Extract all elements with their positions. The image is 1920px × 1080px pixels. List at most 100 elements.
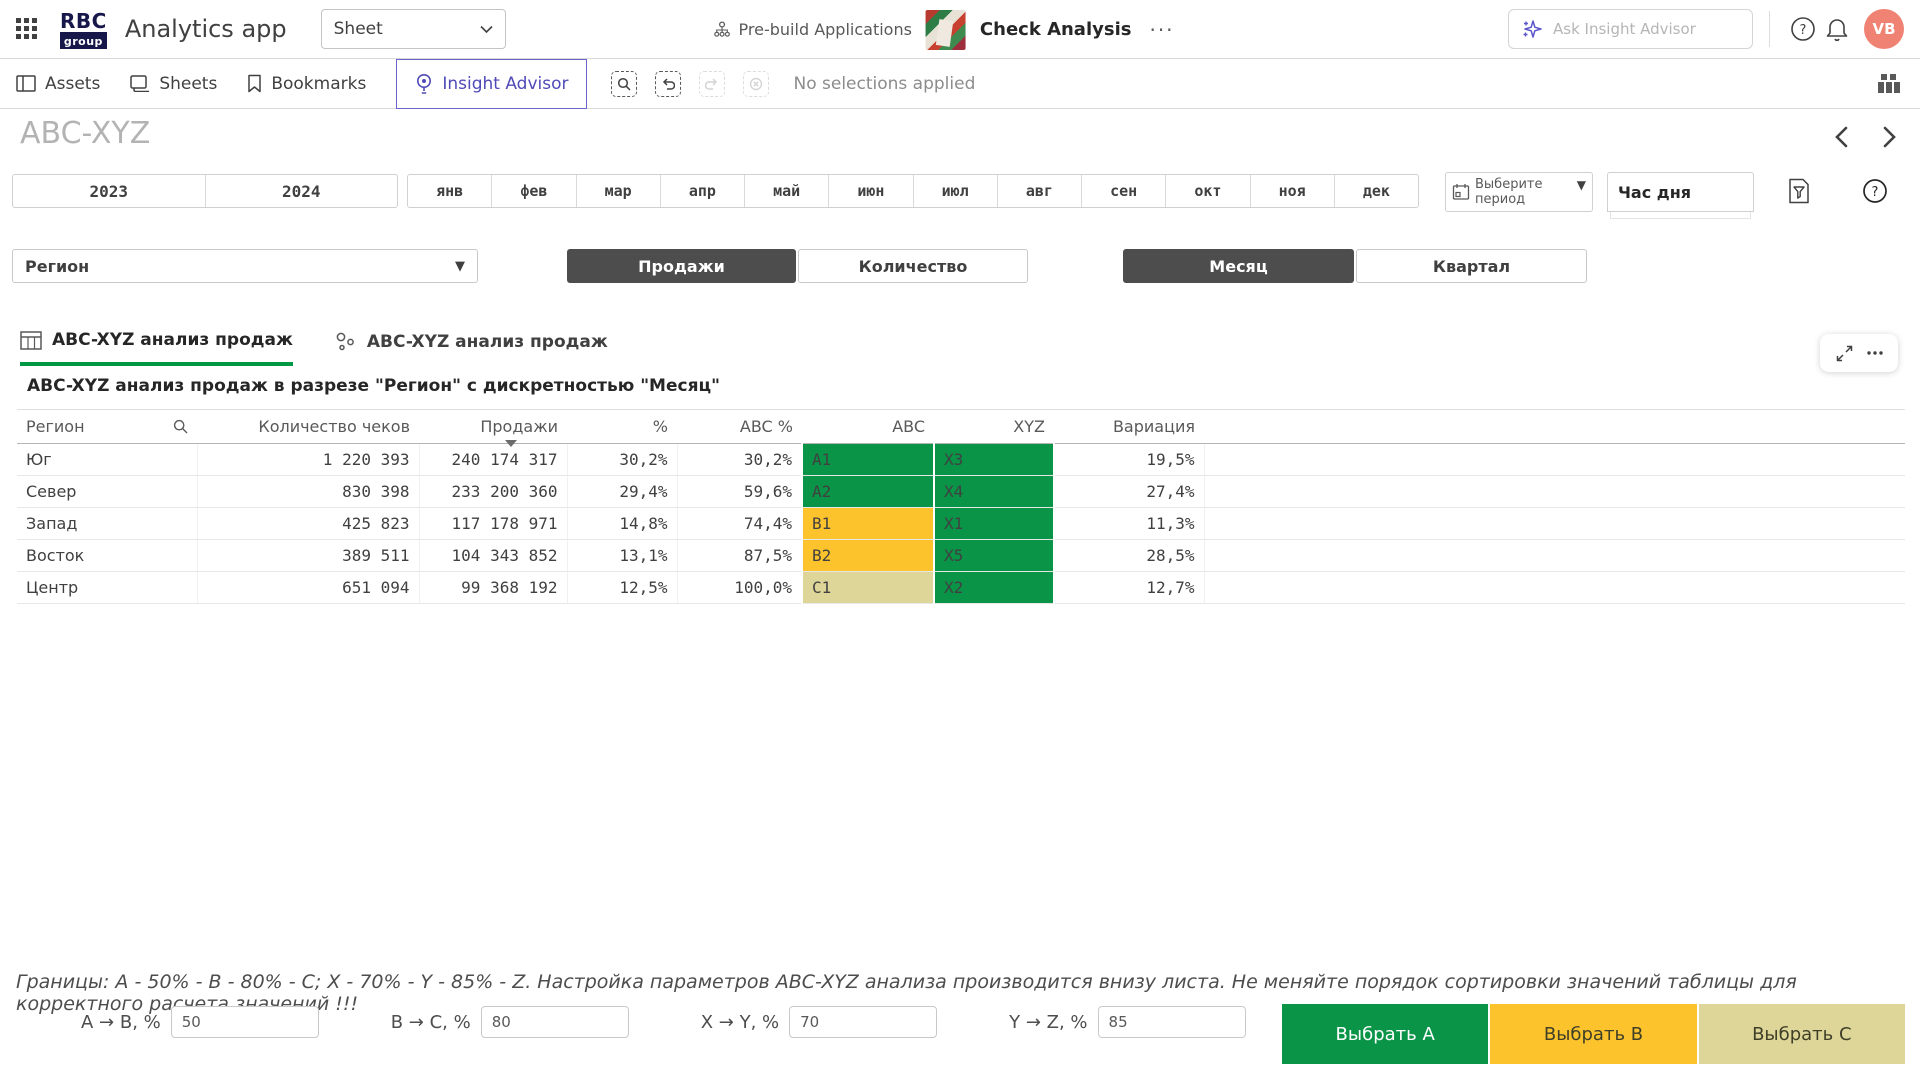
checks-cell[interactable]: 830 398 bbox=[197, 476, 419, 508]
abc-percent-cell[interactable]: 100,0% bbox=[677, 572, 802, 604]
filter-pane-button[interactable] bbox=[1784, 176, 1814, 206]
variation-cell[interactable]: 12,7% bbox=[1054, 572, 1204, 604]
insight-advisor-button[interactable]: Insight Advisor bbox=[396, 59, 587, 109]
month-button-5[interactable]: май bbox=[745, 175, 829, 207]
select-a-button[interactable]: Выбрать A bbox=[1282, 1004, 1488, 1064]
header-region[interactable]: Регион bbox=[17, 410, 197, 444]
checks-cell[interactable]: 1 220 393 bbox=[197, 444, 419, 476]
abc-percent-cell[interactable]: 74,4% bbox=[677, 508, 802, 540]
header-percent[interactable]: % bbox=[567, 410, 677, 444]
month-button-2[interactable]: фев bbox=[492, 175, 576, 207]
expand-button[interactable] bbox=[1836, 345, 1853, 362]
checks-cell[interactable]: 425 823 bbox=[197, 508, 419, 540]
abc-cell[interactable]: C1 bbox=[802, 572, 934, 604]
variation-cell[interactable]: 19,5% bbox=[1054, 444, 1204, 476]
previous-sheet-button[interactable] bbox=[1828, 124, 1854, 150]
param-input-3[interactable] bbox=[789, 1006, 937, 1038]
variation-cell[interactable]: 27,4% bbox=[1054, 476, 1204, 508]
sheets-button[interactable]: Sheets bbox=[130, 74, 217, 94]
assets-button[interactable]: Assets bbox=[16, 74, 100, 94]
user-avatar[interactable]: VB bbox=[1864, 9, 1904, 49]
param-input-2[interactable] bbox=[481, 1006, 629, 1038]
header-xyz[interactable]: XYZ bbox=[934, 410, 1054, 444]
header-abc-percent[interactable]: ABC % bbox=[677, 410, 802, 444]
month-button-10[interactable]: окт bbox=[1166, 175, 1250, 207]
granularity-toggle-month[interactable]: Месяц bbox=[1123, 249, 1354, 283]
param-input-1[interactable] bbox=[171, 1006, 319, 1038]
header-abc[interactable]: ABC bbox=[802, 410, 934, 444]
sales-cell[interactable]: 240 174 317 bbox=[419, 444, 567, 476]
smart-search-selections-button[interactable] bbox=[611, 71, 637, 97]
abc-cell[interactable]: A2 bbox=[802, 476, 934, 508]
select-c-button[interactable]: Выбрать C bbox=[1699, 1004, 1905, 1064]
percent-cell[interactable]: 29,4% bbox=[567, 476, 677, 508]
clear-selections-button[interactable] bbox=[743, 71, 769, 97]
header-sales[interactable]: Продажи bbox=[419, 410, 567, 444]
month-button-11[interactable]: ноя bbox=[1251, 175, 1335, 207]
tab-abc-scatter[interactable]: ABC-XYZ анализ продаж bbox=[335, 330, 608, 366]
param-input-4[interactable] bbox=[1098, 1006, 1246, 1038]
region-cell[interactable]: Запад bbox=[17, 508, 197, 540]
xyz-cell[interactable]: X1 bbox=[934, 508, 1054, 540]
abc-cell[interactable]: B1 bbox=[802, 508, 934, 540]
measure-toggle-sales[interactable]: Продажи bbox=[567, 249, 796, 283]
header-checks[interactable]: Количество чеков bbox=[197, 410, 419, 444]
variation-cell[interactable]: 28,5% bbox=[1054, 540, 1204, 572]
undo-selection-button[interactable] bbox=[655, 71, 681, 97]
percent-cell[interactable]: 14,8% bbox=[567, 508, 677, 540]
notifications-button[interactable] bbox=[1820, 12, 1854, 46]
region-cell[interactable]: Центр bbox=[17, 572, 197, 604]
hour-filter-box[interactable]: Час дня bbox=[1607, 172, 1754, 212]
period-select-dropdown[interactable]: Выберите период ▼ bbox=[1445, 172, 1593, 212]
sales-cell[interactable]: 104 343 852 bbox=[419, 540, 567, 572]
percent-cell[interactable]: 12,5% bbox=[567, 572, 677, 604]
granularity-toggle-quarter[interactable]: Квартал bbox=[1356, 249, 1587, 283]
sales-cell[interactable]: 233 200 360 bbox=[419, 476, 567, 508]
region-cell[interactable]: Север bbox=[17, 476, 197, 508]
checks-cell[interactable]: 651 094 bbox=[197, 572, 419, 604]
tab-abc-table[interactable]: ABC-XYZ анализ продаж bbox=[20, 330, 293, 366]
checks-cell[interactable]: 389 511 bbox=[197, 540, 419, 572]
bookmarks-button[interactable]: Bookmarks bbox=[247, 74, 366, 94]
abc-percent-cell[interactable]: 87,5% bbox=[677, 540, 802, 572]
select-b-button[interactable]: Выбрать B bbox=[1490, 1004, 1696, 1064]
help-button[interactable]: ? bbox=[1786, 12, 1820, 46]
sheet-help-button[interactable]: ? bbox=[1860, 176, 1890, 206]
abc-percent-cell[interactable]: 59,6% bbox=[677, 476, 802, 508]
redo-selection-button[interactable] bbox=[699, 71, 725, 97]
region-cell[interactable]: Восток bbox=[17, 540, 197, 572]
abc-cell[interactable]: A1 bbox=[802, 444, 934, 476]
month-button-1[interactable]: янв bbox=[408, 175, 492, 207]
measure-toggle-quantity[interactable]: Количество bbox=[798, 249, 1028, 283]
xyz-cell[interactable]: X2 bbox=[934, 572, 1054, 604]
column-search-icon[interactable] bbox=[173, 419, 188, 434]
percent-cell[interactable]: 13,1% bbox=[567, 540, 677, 572]
next-sheet-button[interactable] bbox=[1876, 124, 1902, 150]
percent-cell[interactable]: 30,2% bbox=[567, 444, 677, 476]
abc-percent-cell[interactable]: 30,2% bbox=[677, 444, 802, 476]
region-cell[interactable]: Юг bbox=[17, 444, 197, 476]
abc-cell[interactable]: B2 bbox=[802, 540, 934, 572]
header-variation[interactable]: Вариация bbox=[1054, 410, 1204, 444]
month-button-6[interactable]: июн bbox=[829, 175, 913, 207]
year-button-2024[interactable]: 2024 bbox=[206, 175, 398, 207]
month-button-4[interactable]: апр bbox=[661, 175, 745, 207]
variation-cell[interactable]: 11,3% bbox=[1054, 508, 1204, 540]
month-button-3[interactable]: мар bbox=[577, 175, 661, 207]
xyz-cell[interactable]: X4 bbox=[934, 476, 1054, 508]
xyz-cell[interactable]: X5 bbox=[934, 540, 1054, 572]
region-dropdown[interactable]: Регион ▼ bbox=[12, 249, 478, 283]
prebuild-applications-link[interactable]: Pre-build Applications bbox=[714, 20, 912, 39]
sheet-selector-dropdown[interactable]: Sheet bbox=[321, 9, 506, 49]
month-button-12[interactable]: дек bbox=[1335, 175, 1418, 207]
sheet-layout-button[interactable] bbox=[1878, 74, 1900, 93]
year-button-2023[interactable]: 2023 bbox=[13, 175, 206, 207]
sort-descending-icon[interactable] bbox=[505, 440, 517, 447]
sales-cell[interactable]: 117 178 971 bbox=[419, 508, 567, 540]
app-launcher-icon[interactable] bbox=[16, 18, 38, 40]
month-button-8[interactable]: авг bbox=[998, 175, 1082, 207]
insight-advisor-search[interactable] bbox=[1508, 9, 1753, 49]
app-options-button[interactable]: ··· bbox=[1145, 18, 1178, 42]
sales-cell[interactable]: 99 368 192 bbox=[419, 572, 567, 604]
search-input[interactable] bbox=[1553, 20, 1723, 38]
